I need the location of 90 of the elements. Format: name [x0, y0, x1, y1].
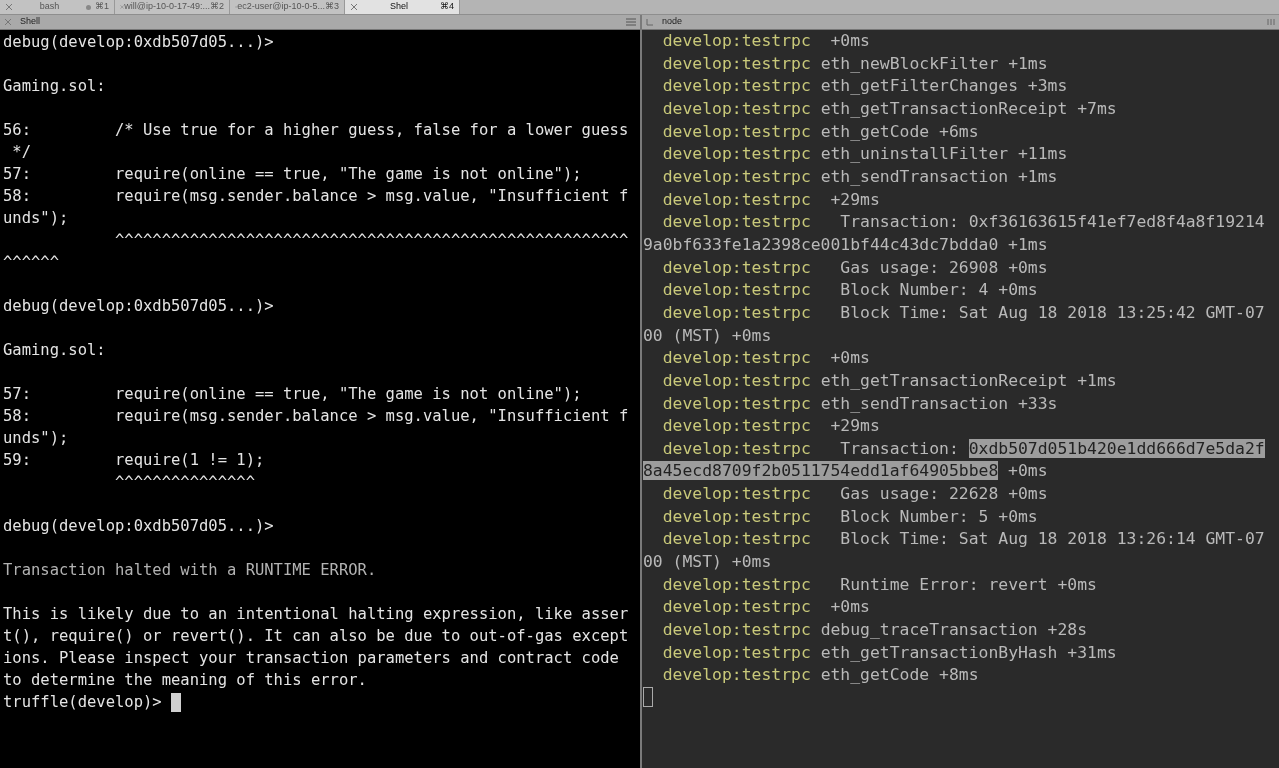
- log-message: +29ms: [829, 416, 880, 436]
- log-source: develop:testrpc: [661, 438, 811, 458]
- tab[interactable]: ec2-user@ip-10-0-5...⌘3: [230, 0, 345, 14]
- terminal-line: Gaming.sol:: [3, 340, 107, 361]
- prompt: truffle(develop)>: [3, 692, 162, 713]
- log-source: develop:testrpc: [661, 280, 811, 300]
- terminal-line: unds");: [3, 208, 70, 229]
- log-message: Block Time: Sat Aug 18 2018 13:25:42 GMT-07: [839, 302, 1265, 322]
- log-source: develop:testrpc: [661, 53, 811, 73]
- terminal-line: Gaming.sol:: [3, 76, 107, 97]
- log-source: develop:testrpc: [661, 642, 811, 662]
- log-source: develop:testrpc: [661, 484, 811, 504]
- terminal-line: debug(develop:0xdb507d05...)>: [3, 296, 275, 317]
- log-message: +0ms: [1007, 461, 1048, 481]
- log-message: 00 (MST) +0ms: [643, 325, 772, 345]
- terminal-line: ^^^^^^: [3, 252, 60, 273]
- terminal-line: 57: require(online == true, "The game is not online");: [3, 164, 583, 185]
- log-message: +29ms: [829, 189, 880, 209]
- log-source: develop:testrpc: [661, 529, 811, 549]
- log-message: eth_getTransactionByHash +31ms: [819, 642, 1117, 662]
- log-source: develop:testrpc: [661, 302, 811, 322]
- log-message: Block Time: Sat Aug 18 2018 13:26:14 GMT-07: [839, 529, 1265, 549]
- log-message: Gas usage: 26908 +0ms: [839, 257, 1048, 277]
- log-source: develop:testrpc: [661, 665, 811, 685]
- log-source: develop:testrpc: [661, 144, 811, 164]
- close-icon[interactable]: [5, 3, 13, 11]
- terminal-line: Transaction halted with a RUNTIME ERROR.: [3, 560, 378, 581]
- terminal-line: unds");: [3, 428, 70, 449]
- terminal-line: ^^^^^^^^^^^^^^^^^^^^^^^^^^^^^^^^^^^^^^^^^^^^^^^^^^^^^^^: [113, 230, 630, 251]
- log-message: Transaction:: [839, 438, 960, 458]
- log-message: eth_getTransactionReceipt +7ms: [819, 98, 1117, 118]
- terminal-line: debug(develop:0xdb507d05...)>: [3, 516, 275, 537]
- log-source: develop:testrpc: [661, 574, 811, 594]
- terminal-line: 58: require(msg.sender.balance > msg.value, "Insufficient f: [3, 186, 630, 207]
- log-source: develop:testrpc: [661, 348, 811, 368]
- log-source: develop:testrpc: [661, 257, 811, 277]
- log-source: develop:testrpc: [661, 620, 811, 640]
- log-message: Gas usage: 22628 +0ms: [839, 484, 1048, 504]
- log-source: develop:testrpc: [661, 370, 811, 390]
- log-message: eth_getCode +6ms: [819, 121, 979, 141]
- log-source: develop:testrpc: [661, 416, 811, 436]
- terminal-line: debug(develop:0xdb507d05...)>: [3, 32, 275, 53]
- log-message: eth_newBlockFilter +1ms: [819, 53, 1048, 73]
- menu-icon[interactable]: [626, 18, 636, 26]
- log-message: eth_uninstallFilter +11ms: [819, 144, 1068, 164]
- terminal-line: 56: /* Use true for a higher guess, false for a lower guess: [3, 120, 630, 141]
- log-message: eth_sendTransaction +1ms: [819, 166, 1058, 186]
- log-source: develop:testrpc: [661, 166, 811, 186]
- tab[interactable]: will@ip-10-0-17-49:...⌘2: [115, 0, 230, 14]
- close-icon[interactable]: [120, 3, 125, 11]
- log-message: eth_getTransactionReceipt +1ms: [819, 370, 1117, 390]
- log-message: Block Number: 5 +0ms: [839, 506, 1038, 526]
- log-message: +0ms: [829, 31, 870, 50]
- selected-text: 8a45ecd8709f2b0511754edd1af64905bbe8: [643, 461, 999, 481]
- terminal-line: ^^^^^^^^^^^^^^^: [113, 472, 256, 493]
- log-message: 9a0bf633fe1a2398ce001bf44c43dc7bdda0 +1ms: [643, 234, 1048, 254]
- log-source: develop:testrpc: [661, 506, 811, 526]
- terminal-line: t(), require() or revert(). It can also be due to out-of-gas except: [3, 626, 630, 647]
- log-message: Transaction: 0xf36163615f41ef7ed8f4a8f19214: [839, 212, 1265, 232]
- close-icon[interactable]: [350, 3, 358, 11]
- log-message: debug_traceTransaction +28s: [819, 620, 1088, 640]
- pane-title: node: [662, 15, 684, 29]
- terminal-line: */: [11, 142, 32, 163]
- log-message: Runtime Error: revert +0ms: [839, 574, 1097, 594]
- selected-text: 0xdb507d051b420e1dd666d7e5da2f: [968, 438, 1265, 458]
- terminal-line: 58: require(msg.sender.balance > msg.value, "Insufficient f: [3, 406, 630, 427]
- terminal-line: 59: require(1 != 1);: [3, 450, 266, 471]
- log-message: 00 (MST) +0ms: [643, 552, 772, 572]
- log-source: develop:testrpc: [661, 597, 811, 617]
- log-message: +0ms: [829, 348, 870, 368]
- log-source: develop:testrpc: [661, 189, 811, 209]
- terminal-line: to determine the meaning of this error.: [3, 670, 368, 691]
- log-message: +0ms: [829, 597, 870, 617]
- close-icon[interactable]: [4, 18, 12, 26]
- log-source: develop:testrpc: [661, 121, 811, 141]
- pane-title: Shell: [20, 15, 41, 29]
- log-source: develop:testrpc: [661, 31, 811, 50]
- log-source: develop:testrpc: [661, 76, 811, 96]
- log-source: develop:testrpc: [661, 393, 811, 413]
- log-message: eth_sendTransaction +33s: [819, 393, 1058, 413]
- log-message: Block Number: 4 +0ms: [839, 280, 1038, 300]
- log-source: develop:testrpc: [661, 212, 811, 232]
- tab[interactable]: bash ⌘1: [0, 0, 115, 14]
- terminal-line: 57: require(online == true, "The game is not online");: [3, 384, 583, 405]
- log-message: eth_getCode +8ms: [819, 665, 979, 685]
- terminal-line: ions. Please inspect your transaction parameters and contract code: [3, 648, 620, 669]
- terminal-line: This is likely due to an intentional halting expression, like asser: [3, 604, 630, 625]
- log-source: develop:testrpc: [661, 98, 811, 118]
- log-message: eth_getFilterChanges +3ms: [819, 76, 1068, 96]
- tab[interactable]: Shel ⌘4: [345, 0, 460, 14]
